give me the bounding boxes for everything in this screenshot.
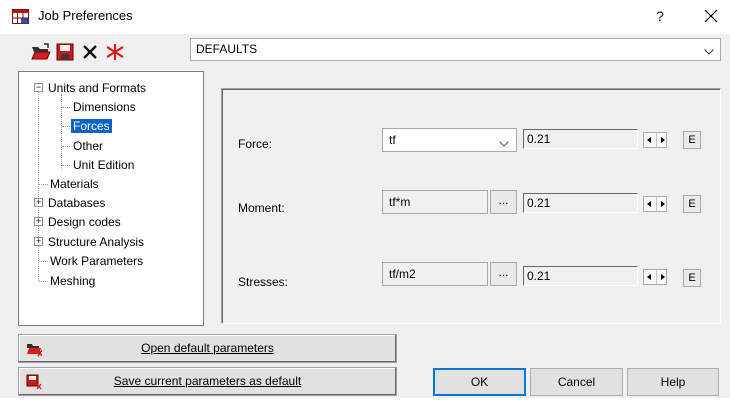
tree-item-label: Meshing [50,274,96,288]
arrow-right-icon[interactable] [656,270,667,284]
cancel-button[interactable]: Cancel [530,368,623,396]
stresses-unit-field[interactable]: tf/m2 [382,262,488,286]
job-preferences-app-icon [12,9,29,24]
tree-connector [39,261,48,262]
tree-item-label: Dimensions [73,100,136,114]
moment-value-field[interactable]: 0.21 [523,193,638,213]
open-folder-icon[interactable] [31,43,51,61]
tree-connector [61,94,62,170]
save-disk-icon[interactable] [56,43,76,61]
moment-spin-control[interactable] [643,196,667,212]
button-label: Save current parameters as default [113,374,302,388]
tree-item-label: Structure Analysis [48,235,145,249]
tree-item-other[interactable]: Other [71,139,105,153]
stresses-browse-button[interactable]: ... [490,262,517,286]
force-label: Force: [238,137,273,151]
force-value-field[interactable]: 0.21 [523,129,638,149]
tree-item-databases[interactable]: + Databases [34,196,107,210]
tree-item-forces[interactable]: Forces [71,119,112,133]
chevron-down-icon [499,136,509,150]
button-label: Open default parameters [141,341,274,355]
arrow-left-icon[interactable] [644,197,655,211]
tree-item-dimensions[interactable]: Dimensions [71,100,138,114]
tree-item-unit-edition[interactable]: Unit Edition [71,158,136,172]
force-unit-select[interactable]: tf [382,128,517,152]
delete-x-icon[interactable] [81,43,101,61]
force-spin-control[interactable] [643,132,667,148]
tree-connector [62,165,70,166]
tree-item-design-codes[interactable]: + Design codes [34,215,123,229]
stresses-e-button[interactable]: E [683,269,701,287]
open-default-parameters-button[interactable]: Open default parameters [18,334,397,363]
moment-label: Moment: [238,201,285,215]
tree-item-structure-analysis[interactable]: + Structure Analysis [34,235,146,249]
stresses-spin-control[interactable] [643,269,667,285]
moment-unit-field[interactable]: tf*m [382,190,488,214]
force-e-button[interactable]: E [683,131,701,149]
tree-item-units-and-formats[interactable]: − Units and Formats [34,81,148,95]
moment-e-button[interactable]: E [683,195,701,213]
tree-item-label: Unit Edition [73,158,135,172]
preset-value: DEFAULTS [196,42,258,56]
moment-browse-button[interactable]: ... [490,190,517,214]
save-parameters-as-default-button[interactable]: Save current parameters as default [18,367,397,396]
tree-item-label: Design codes [48,215,121,229]
arrow-left-icon[interactable] [644,270,655,284]
tree-item-label: Forces [71,119,112,133]
tree-item-label: Databases [48,196,106,210]
preset-select[interactable]: DEFAULTS [190,38,721,61]
window-title: Job Preferences [38,8,133,23]
settings-tree[interactable]: − Units and Formats Dimensions Forces Ot… [18,71,204,326]
arrow-right-icon[interactable] [656,197,667,211]
save-disk-icon [26,373,42,390]
tree-connector [62,146,70,147]
tree-connector [38,85,39,281]
tree-item-label: Materials [50,177,99,191]
arrow-left-icon[interactable] [644,133,655,147]
expand-icon[interactable]: + [34,237,43,246]
force-unit-value: tf [389,133,396,147]
tree-connector [39,281,48,282]
arrow-right-icon[interactable] [656,133,667,147]
tree-item-label: Other [73,139,104,153]
tree-connector [39,184,48,185]
title-help-button[interactable]: ? [647,3,673,29]
close-icon [704,9,718,23]
ok-button[interactable]: OK [433,368,526,396]
expand-icon[interactable]: + [34,198,43,207]
tree-item-label: Work Parameters [50,254,144,268]
chevron-down-icon [704,44,714,58]
tree-item-label: Units and Formats [48,81,147,95]
tree-connector [62,126,70,127]
tree-connector [62,107,70,108]
reset-star-icon[interactable] [105,43,125,61]
stresses-label: Stresses: [238,275,289,289]
expand-icon[interactable]: + [34,217,43,226]
collapse-icon[interactable]: − [34,83,43,92]
stresses-value-field[interactable]: 0.21 [523,266,638,286]
open-folder-icon [26,340,43,357]
close-button[interactable] [698,3,724,29]
tree-item-meshing[interactable]: Meshing [48,274,97,288]
help-button[interactable]: Help [627,368,719,396]
tree-item-materials[interactable]: Materials [48,177,101,191]
tree-item-work-parameters[interactable]: Work Parameters [48,254,145,268]
